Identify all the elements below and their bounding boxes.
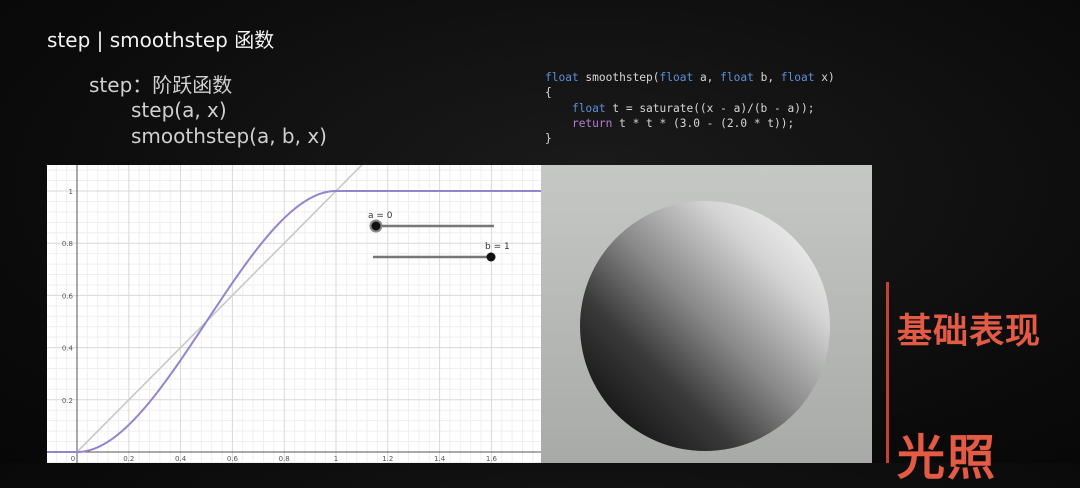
function-plot[interactable]: 0 0.2 0.4 0.6 0.8 1 1.2 1.4 1.6 0.2 0.4 0.6 0.8 1 a =… — [47, 165, 541, 463]
slider-b-handle[interactable] — [486, 252, 496, 262]
render-panel — [541, 165, 872, 463]
accent-divider — [886, 282, 889, 463]
code-line: return t * t * (3.0 - (2.0 * t)); — [571, 116, 795, 130]
x-tick-label: 1 — [334, 455, 338, 463]
code-block: float smoothstep(float a, float b, float… — [545, 70, 835, 146]
x-tick-label: 0.8 — [279, 455, 290, 463]
smoothstep-signature: smoothstep(a, b, x) — [131, 124, 327, 148]
shaded-sphere — [580, 201, 830, 451]
x-tick-label: 0.6 — [227, 455, 239, 463]
y-tick-label: 0.8 — [62, 240, 73, 248]
code-line: float smoothstep(float a, float b, float… — [545, 71, 835, 84]
x-tick-label: 0.2 — [123, 455, 134, 463]
section-label-basic: 基础表现 — [897, 312, 1042, 352]
x-tick-label: 1.4 — [434, 455, 446, 463]
y-tick-label: 0.6 — [62, 292, 74, 300]
x-tick-label: 0 — [71, 455, 75, 463]
y-tick-label: 0.4 — [62, 345, 74, 353]
y-tick-label: 0.2 — [62, 397, 73, 405]
x-tick-label: 1.2 — [382, 455, 393, 463]
y-tick-label: 1 — [69, 188, 73, 196]
smoothstep-curve — [47, 190, 541, 453]
identity-line — [76, 165, 363, 453]
slider-b-label: b = 1 — [485, 242, 510, 252]
slider-a-handle[interactable] — [369, 219, 383, 233]
code-line: { — [545, 86, 552, 100]
step-subtitle: step：阶跃函数 — [89, 73, 233, 97]
x-tick-label: 0.4 — [175, 455, 187, 463]
code-line: float t = saturate((x - a)/(b - a)); — [571, 101, 815, 115]
graph-panel[interactable]: 0 0.2 0.4 0.6 0.8 1 1.2 1.4 1.6 0.2 0.4 0.6 0.8 1 a =… — [47, 165, 541, 463]
code-line: } — [545, 132, 552, 146]
section-label-lighting: 光照 — [897, 430, 998, 486]
step-signature: step(a, x) — [131, 98, 227, 122]
x-tick-label: 1.6 — [486, 455, 498, 463]
tick-labels: 0 0.2 0.4 0.6 0.8 1 1.2 1.4 1.6 0.2 0.4 0.6 0.8 1 — [62, 188, 498, 463]
sphere-body — [580, 201, 830, 451]
slider-a-label: a = 0 — [368, 211, 393, 221]
slide-title: step | smoothstep 函数 — [47, 28, 275, 52]
